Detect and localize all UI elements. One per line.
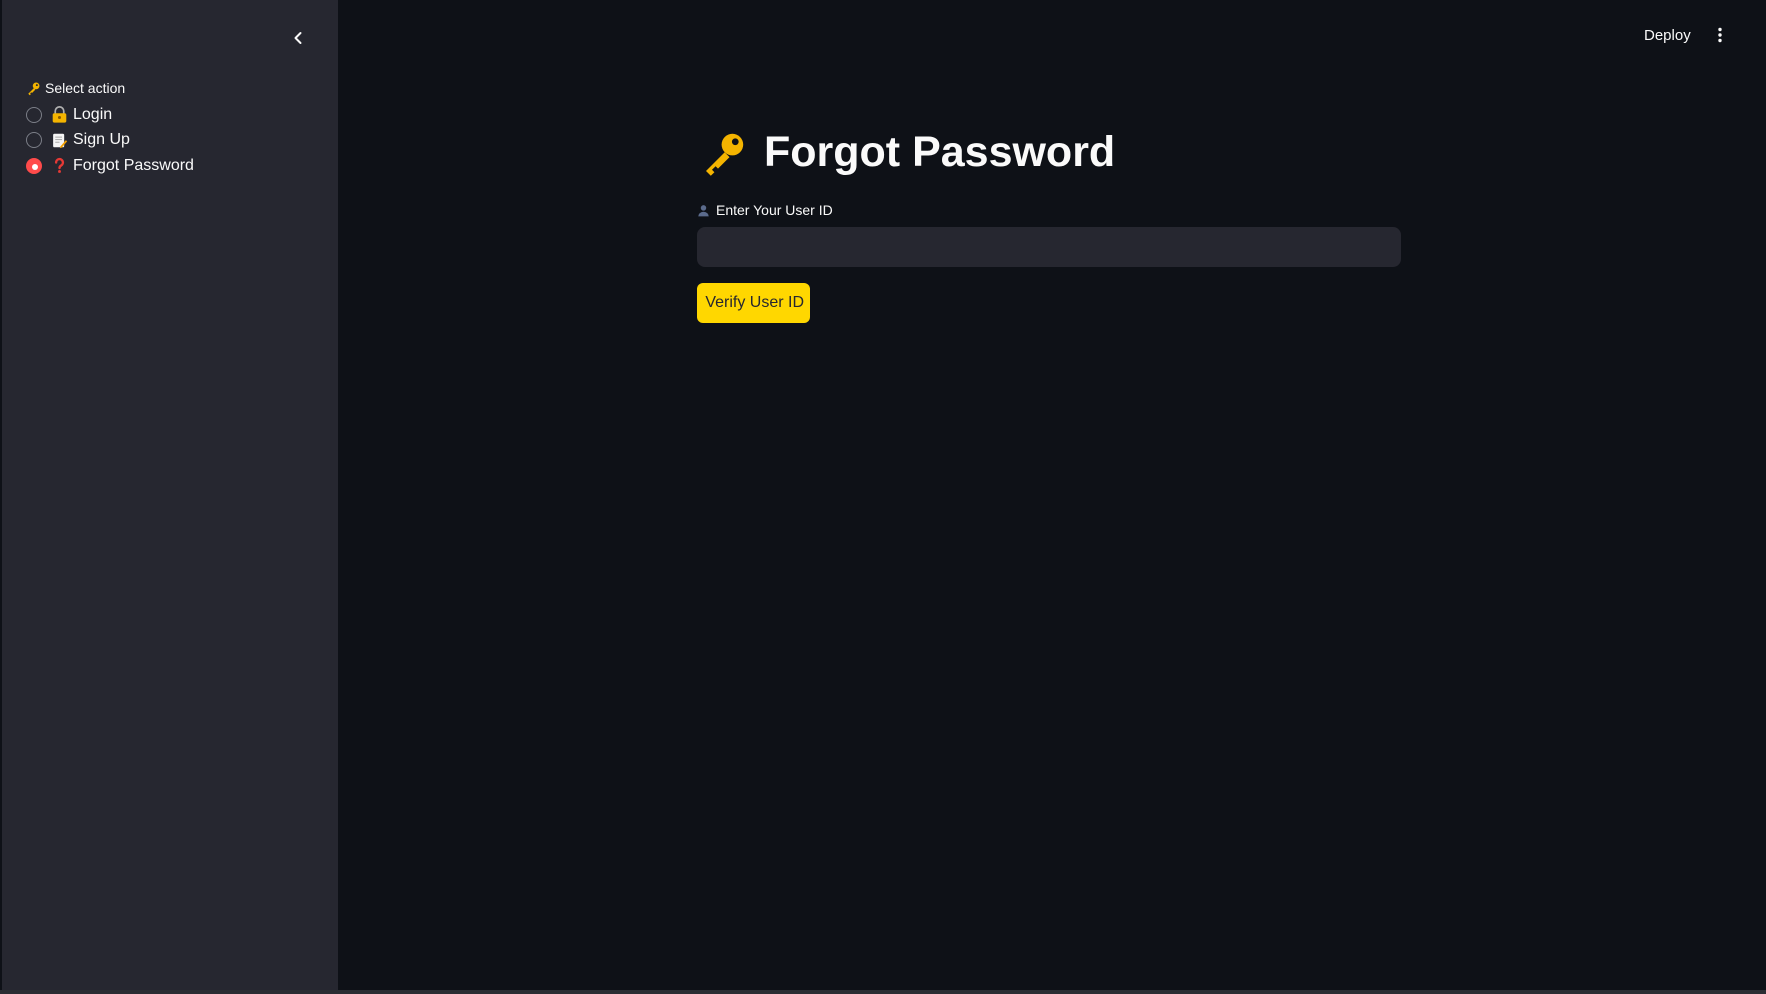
deploy-button[interactable]: Deploy bbox=[1636, 20, 1699, 50]
sidebar: Select action Login Sign Up Forgot Passw… bbox=[2, 0, 338, 990]
action-radio-group: Select action Login Sign Up Forgot Passw… bbox=[26, 80, 194, 179]
main-menu-button[interactable] bbox=[1708, 20, 1732, 50]
radio-option-sign-up[interactable]: Sign Up bbox=[26, 128, 194, 154]
key-icon bbox=[706, 133, 744, 176]
kebab-menu-icon bbox=[1718, 27, 1722, 43]
verify-button-label: Verify User ID bbox=[705, 294, 804, 311]
verify-user-id-button[interactable]: Verify User ID bbox=[697, 283, 810, 323]
question-mark-icon bbox=[54, 158, 65, 174]
radio-option-label-sign-up: Sign Up bbox=[73, 131, 130, 149]
radio-group-label-text: Select action bbox=[45, 80, 126, 96]
lock-with-key-icon bbox=[52, 106, 67, 123]
radio-option-forgot-password[interactable]: Forgot Password bbox=[26, 153, 194, 179]
user-silhouette-icon bbox=[698, 204, 709, 216]
user-id-label-text: Enter Your User ID bbox=[716, 202, 833, 218]
radio-button-login[interactable] bbox=[26, 106, 42, 123]
radio-option-label-login: Login bbox=[73, 105, 113, 123]
chevron-left-icon bbox=[294, 32, 302, 44]
window-bottom-border bbox=[0, 990, 1766, 994]
app-window: Select action Login Sign Up Forgot Passw… bbox=[0, 0, 1766, 994]
user-id-label: Enter Your User ID bbox=[697, 202, 833, 218]
collapse-sidebar-button[interactable] bbox=[284, 26, 312, 50]
page-title: Forgot Password bbox=[700, 128, 1115, 177]
radio-group-label: Select action bbox=[26, 80, 194, 96]
key-icon bbox=[28, 82, 40, 95]
memo-icon bbox=[53, 133, 68, 148]
radio-option-label-forgot-password: Forgot Password bbox=[73, 156, 194, 174]
radio-button-forgot-password[interactable] bbox=[26, 157, 42, 174]
radio-button-sign-up[interactable] bbox=[26, 132, 42, 149]
page-title-text: Forgot Password bbox=[764, 128, 1116, 176]
user-id-input[interactable] bbox=[697, 227, 1401, 267]
radio-option-login[interactable]: Login bbox=[26, 102, 194, 128]
